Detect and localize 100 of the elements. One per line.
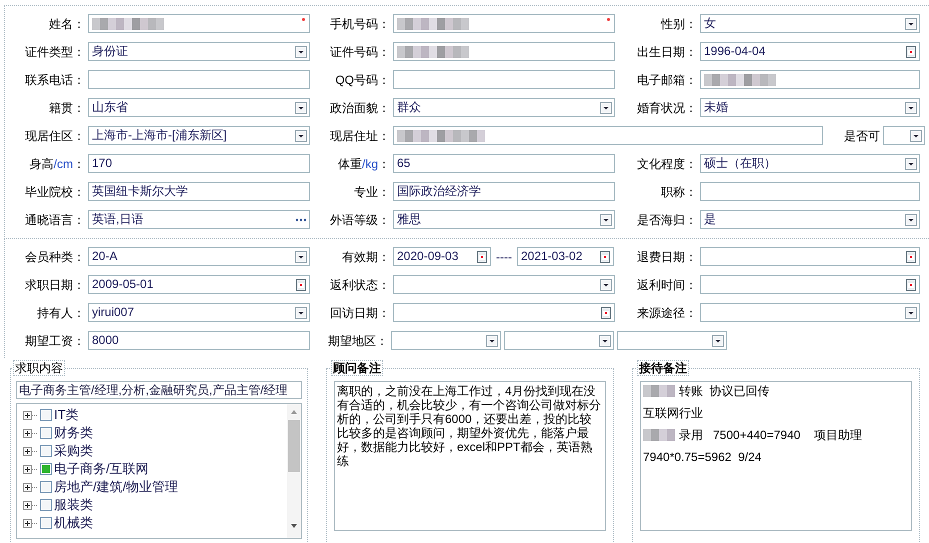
date-field[interactable] [393, 303, 615, 322]
scroll-down-icon[interactable] [290, 522, 298, 530]
dropdown-caret-icon[interactable] [485, 334, 499, 348]
checkbox[interactable] [40, 445, 52, 457]
tree-item-label[interactable]: IT类 [54, 405, 79, 425]
text-input-field[interactable] [88, 70, 310, 89]
tree-item-label[interactable]: 服装类 [54, 495, 93, 515]
tree-item-label[interactable]: 采购类 [54, 441, 93, 461]
expand-icon[interactable] [23, 464, 32, 474]
field-label: 体重/kg： [338, 156, 390, 170]
dropdown-field[interactable]: 硕士（在职） [700, 154, 920, 173]
calendar-icon[interactable] [904, 278, 918, 292]
tree-item-label[interactable]: 财务类 [54, 423, 93, 443]
date-field[interactable]: 2009-05-01 [88, 275, 310, 294]
dropdown-field[interactable] [504, 331, 614, 350]
scroll-thumb[interactable] [288, 420, 300, 472]
reception-notes-field[interactable]: 转账 协议已回传 互联网行业 录用 7500+440=7940 项目助理 7940*0.75=5962 9/24 [640, 381, 912, 531]
text-input-field[interactable]: 8000 [88, 331, 310, 350]
date-field[interactable]: 2020-09-03 [393, 247, 491, 266]
calendar-icon[interactable] [904, 250, 918, 264]
dropdown-field[interactable]: 女 [700, 14, 920, 33]
dropdown-caret-icon[interactable] [904, 212, 918, 226]
dropdown-caret-icon[interactable] [711, 334, 725, 348]
field-label: 返利状态： [330, 278, 390, 292]
text-input-field[interactable]: 170 [88, 154, 310, 173]
dropdown-caret-icon[interactable] [904, 156, 918, 170]
dropdown-field[interactable]: 身份证 [88, 42, 310, 61]
text-input-field[interactable]: 国际政治经济学 [393, 182, 615, 201]
tree-item-label[interactable]: 房地产/建筑/物业管理 [54, 477, 178, 497]
field-label: 职称： [661, 184, 697, 198]
expand-icon[interactable] [23, 482, 32, 492]
field-label: 出生日期： [637, 44, 697, 58]
checkbox[interactable] [40, 463, 52, 475]
text-input-field[interactable] [393, 42, 615, 61]
date-field[interactable] [700, 275, 920, 294]
calendar-icon[interactable] [598, 250, 612, 264]
field-label: 是否可 [844, 128, 880, 142]
calendar-icon[interactable] [904, 44, 918, 58]
dropdown-field[interactable]: yirui007 [88, 303, 310, 322]
checkbox[interactable] [40, 409, 52, 421]
text-input-field[interactable]: 英国纽卡斯尔大学 [88, 182, 310, 201]
dropdown-field[interactable] [617, 331, 727, 350]
date-field[interactable] [700, 247, 920, 266]
text-input-field[interactable] [393, 126, 823, 145]
dropdown-field[interactable]: 是 [700, 210, 920, 229]
checkbox[interactable] [40, 481, 52, 493]
expand-icon[interactable] [23, 410, 32, 420]
scrollbar[interactable] [287, 404, 301, 538]
calendar-icon[interactable] [599, 306, 613, 320]
job-input-field[interactable]: 电子商务主管/经理,分析,金融研究员,产品主管/经理 [16, 381, 302, 399]
dropdown-caret-icon[interactable] [294, 44, 308, 58]
text-input-field[interactable] [700, 182, 920, 201]
dropdown-field[interactable]: 上海市-上海市-[浦东新区] [88, 126, 310, 145]
expand-icon[interactable] [23, 428, 32, 438]
tree-item-label[interactable]: 电子商务/互联网 [54, 459, 149, 479]
dropdown-caret-icon[interactable] [294, 306, 308, 320]
calendar-icon[interactable] [475, 250, 489, 264]
expand-icon[interactable] [23, 518, 32, 528]
dropdown-caret-icon[interactable] [599, 278, 613, 292]
text-input-field[interactable] [393, 70, 615, 89]
dropdown-caret-icon[interactable] [904, 16, 918, 30]
field-label: 期望地区： [328, 334, 388, 348]
text-input-field[interactable]: 65 [393, 154, 615, 173]
dropdown-field[interactable]: 20-A [88, 247, 310, 266]
checkbox[interactable] [40, 499, 52, 511]
dropdown-field[interactable]: 群众 [393, 98, 615, 117]
calendar-icon[interactable] [294, 278, 308, 292]
field-label: 退费日期： [637, 250, 697, 264]
dropdown-caret-icon[interactable] [904, 306, 918, 320]
dropdown-field[interactable]: 雅思 [393, 210, 615, 229]
dropdown-caret-icon[interactable] [294, 250, 308, 264]
dropdown-caret-icon[interactable] [598, 334, 612, 348]
field-label: 婚育状况： [637, 100, 697, 114]
dropdown-field[interactable] [391, 331, 501, 350]
dropdown-field[interactable] [700, 303, 920, 322]
dropdown-caret-icon[interactable] [294, 100, 308, 114]
dropdown-caret-icon[interactable] [909, 128, 923, 142]
text-input-field[interactable] [393, 14, 615, 33]
date-field[interactable]: 2021-03-02 [516, 247, 614, 266]
dropdown-caret-icon[interactable] [294, 128, 308, 142]
dropdown-field[interactable] [883, 126, 925, 145]
tree-item-label[interactable]: 机械类 [54, 513, 93, 533]
dropdown-caret-icon[interactable] [904, 100, 918, 114]
advisor-notes-field[interactable]: 离职的，之前没在上海工作过，4月份找到现在没有合适的，机会比较少，有一个咨询公司做对标分析的，公司到手只有6000，还要出差，投的比较比较多的是咨询顾问，期望外资优先，能落户最好，数据能力比较好，excel和PPT都会，英语熟练 [334, 381, 606, 531]
field-label: 外语等级： [330, 212, 390, 226]
scroll-up-icon[interactable] [290, 408, 298, 416]
dropdown-field[interactable]: 山东省 [88, 98, 310, 117]
checkbox[interactable] [40, 517, 52, 529]
text-input-field[interactable] [88, 14, 310, 33]
date-field[interactable]: 1996-04-04 [700, 42, 920, 61]
field-label: 求职日期： [25, 278, 85, 292]
dropdown-field[interactable] [393, 275, 615, 294]
expand-icon[interactable] [23, 446, 32, 456]
dropdown-caret-icon[interactable] [599, 100, 613, 114]
picker-field[interactable]: 英语,日语 [88, 210, 310, 229]
expand-icon[interactable] [23, 500, 32, 510]
text-input-field[interactable] [700, 70, 920, 89]
dropdown-caret-icon[interactable] [599, 212, 613, 226]
dropdown-field[interactable]: 未婚 [700, 98, 920, 117]
checkbox[interactable] [40, 427, 52, 439]
